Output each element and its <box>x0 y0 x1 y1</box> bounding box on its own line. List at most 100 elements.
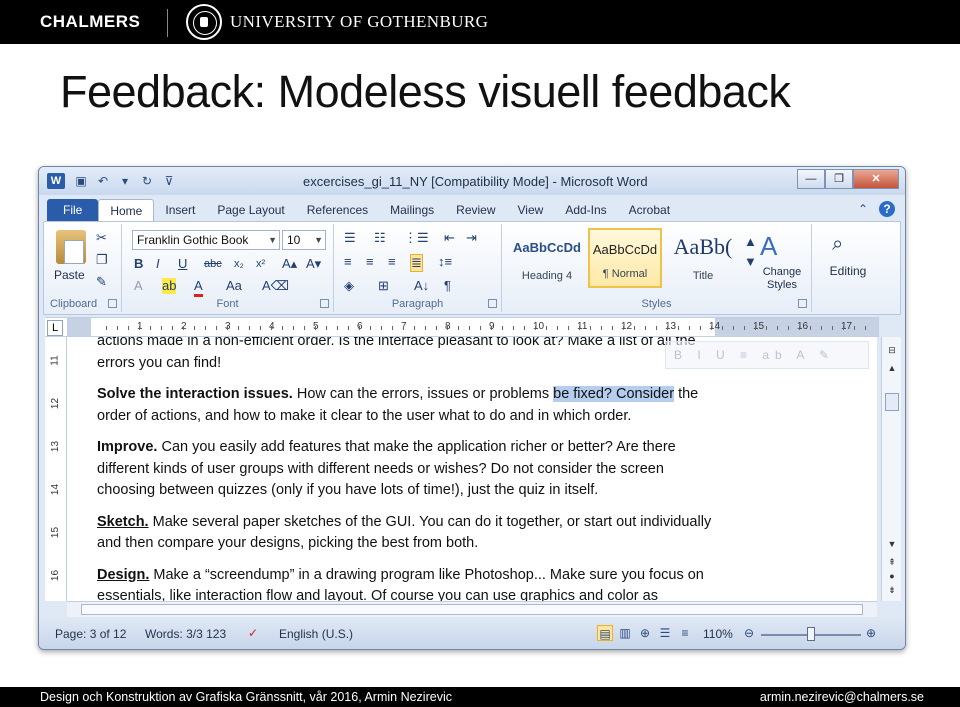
italic-icon[interactable]: I <box>156 256 160 272</box>
numbering-icon[interactable]: ☷ <box>374 230 386 246</box>
horizontal-ruler[interactable]: L 1234567891011121314151617 <box>45 317 879 337</box>
underline-icon[interactable]: U <box>178 256 187 272</box>
browse-object-icon[interactable]: ● <box>885 569 899 583</box>
scroll-down-icon[interactable]: ▼ <box>885 537 899 551</box>
shrink-font-icon[interactable]: A▾ <box>306 256 321 272</box>
show-formatting-icon[interactable]: ¶ <box>444 278 451 294</box>
word-count[interactable]: Words: 3/3 123 <box>145 627 226 641</box>
zoom-out-icon[interactable]: ⊖ <box>741 625 757 641</box>
cut-icon[interactable]: ✂ <box>96 230 107 246</box>
binoculars-icon[interactable]: ⌕ <box>832 232 843 256</box>
line-spacing-icon[interactable]: ↕≡ <box>438 254 452 270</box>
sort-icon[interactable]: A↓ <box>414 278 429 294</box>
document-area[interactable]: actions made in a non-efficient order. I… <box>67 337 877 601</box>
tab-references[interactable]: References <box>296 199 379 221</box>
paragraph-launcher[interactable] <box>488 299 497 308</box>
redo-icon[interactable]: ↻ <box>139 173 155 189</box>
font-size-dropdown-icon[interactable]: ▼ <box>314 231 323 249</box>
draft-icon[interactable]: ≡ <box>677 625 693 641</box>
word-app-icon[interactable]: W <box>47 173 65 189</box>
align-left-icon[interactable]: ≡ <box>344 254 352 270</box>
selected-text[interactable]: be fixed? Consider <box>553 386 675 402</box>
styles-launcher[interactable] <box>798 299 807 308</box>
faded-mini-toolbar[interactable]: B I U ≡ ab A ✎ <box>665 341 869 369</box>
change-styles-button[interactable]: Change Styles <box>756 266 808 292</box>
previous-page-icon[interactable]: ⇞ <box>885 555 899 569</box>
undo-dropdown-icon[interactable]: ▾ <box>117 173 133 189</box>
align-center-icon[interactable]: ≡ <box>366 254 374 270</box>
paste-button[interactable]: Paste <box>54 268 85 282</box>
tab-stop-selector[interactable]: L <box>47 320 63 336</box>
format-painter-icon[interactable]: ✎ <box>96 274 107 290</box>
tab-acrobat[interactable]: Acrobat <box>618 199 681 221</box>
customize-qat-icon[interactable]: ⊽ <box>161 173 177 189</box>
hscroll-thumb[interactable] <box>81 604 863 615</box>
minimize-ribbon-icon[interactable]: ⌃ <box>855 201 871 217</box>
borders-icon[interactable]: ⊞ <box>378 278 389 294</box>
scroll-up-icon[interactable]: ▲ <box>885 361 899 375</box>
tab-insert[interactable]: Insert <box>154 199 206 221</box>
superscript-icon[interactable]: x² <box>256 256 265 272</box>
text-effects-icon[interactable]: A <box>134 278 143 294</box>
vertical-scrollbar[interactable]: ⊟ ▲ ▼ ⇞ ● ⇟ <box>881 337 901 601</box>
vertical-ruler[interactable]: 11 12 13 14 15 16 <box>45 337 67 601</box>
scroll-thumb[interactable] <box>885 393 899 411</box>
clipboard-launcher[interactable] <box>108 299 117 308</box>
document-text[interactable]: actions made in a non-efficient order. I… <box>97 337 717 601</box>
next-page-icon[interactable]: ⇟ <box>885 583 899 597</box>
close-button[interactable]: ✕ <box>853 169 899 189</box>
clear-formatting-icon[interactable]: A⌫ <box>262 278 289 294</box>
minimize-button[interactable]: — <box>797 169 825 189</box>
style-heading-4[interactable]: AaBbCcDd Heading 4 <box>510 228 584 288</box>
horizontal-scrollbar[interactable] <box>67 601 877 617</box>
multilevel-list-icon[interactable]: ⋮☰ <box>404 230 429 246</box>
bold-icon[interactable]: B <box>134 256 143 272</box>
strikethrough-icon[interactable]: abc <box>204 256 222 272</box>
style-title[interactable]: AaBb( Title <box>666 228 740 288</box>
font-size-box[interactable]: 10 ▼ <box>282 230 326 250</box>
increase-indent-icon[interactable]: ⇥ <box>466 230 477 246</box>
font-name-box[interactable]: Franklin Gothic Book ▼ <box>132 230 280 250</box>
font-name-dropdown-icon[interactable]: ▼ <box>268 231 277 249</box>
change-case-icon[interactable]: Aa <box>226 278 242 294</box>
tab-mailings[interactable]: Mailings <box>379 199 445 221</box>
font-launcher[interactable] <box>320 299 329 308</box>
tab-home[interactable]: Home <box>98 199 155 221</box>
tab-add-ins[interactable]: Add-Ins <box>554 199 617 221</box>
undo-icon[interactable]: ↶ <box>95 173 111 189</box>
page-indicator[interactable]: Page: 3 of 12 <box>55 627 126 641</box>
styles-scroll-down-icon[interactable]: ▼ <box>744 254 757 270</box>
shading-icon[interactable]: ◈ <box>344 278 354 294</box>
tab-page-layout[interactable]: Page Layout <box>206 199 295 221</box>
zoom-level[interactable]: 110% <box>703 627 733 641</box>
align-right-icon[interactable]: ≡ <box>388 254 396 270</box>
grow-font-icon[interactable]: A▴ <box>282 256 297 272</box>
editing-button[interactable]: Editing <box>818 264 878 278</box>
tab-file[interactable]: File <box>47 199 99 221</box>
language-indicator[interactable]: English (U.S.) <box>279 627 353 641</box>
save-icon[interactable]: ▣ <box>73 173 89 189</box>
tab-view[interactable]: View <box>507 199 555 221</box>
zoom-slider-knob[interactable] <box>807 627 815 641</box>
ruler-toggle-icon[interactable]: ⊟ <box>885 343 899 357</box>
restore-button[interactable]: ❐ <box>825 169 853 189</box>
decrease-indent-icon[interactable]: ⇤ <box>444 230 455 246</box>
help-icon[interactable]: ? <box>879 201 895 217</box>
justify-icon[interactable]: ≣ <box>410 254 423 272</box>
paste-icon[interactable] <box>56 230 86 264</box>
subscript-icon[interactable]: x₂ <box>234 256 244 272</box>
proofing-icon[interactable]: ✓ <box>245 625 261 641</box>
bullets-icon[interactable]: ☰ <box>344 230 356 246</box>
outline-icon[interactable]: ☰ <box>657 625 673 641</box>
style-normal[interactable]: AaBbCcDd ¶ Normal <box>588 228 662 288</box>
highlight-icon[interactable]: ab <box>162 278 177 294</box>
web-layout-icon[interactable]: ⊕ <box>637 625 653 641</box>
full-screen-reading-icon[interactable]: ▥ <box>617 625 633 641</box>
zoom-in-icon[interactable]: ⊕ <box>863 625 879 641</box>
styles-scroll-up-icon[interactable]: ▲ <box>744 234 757 250</box>
print-layout-icon[interactable]: ▤ <box>597 625 613 641</box>
font-color-icon[interactable]: A <box>194 278 203 297</box>
copy-icon[interactable]: ❐ <box>96 252 108 268</box>
change-styles-icon[interactable]: A <box>760 232 777 260</box>
tab-review[interactable]: Review <box>445 199 506 221</box>
